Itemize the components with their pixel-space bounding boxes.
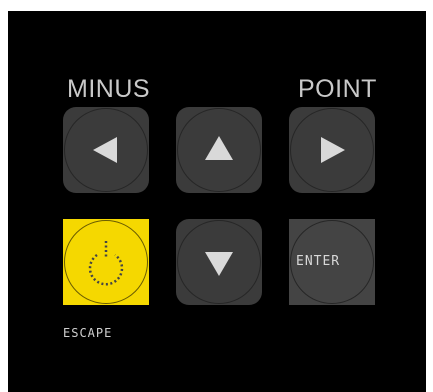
left-arrow-button[interactable]: [63, 107, 149, 193]
arrow-left-icon: [93, 137, 117, 163]
enter-label: ENTER: [296, 254, 341, 269]
point-label: POINT: [298, 75, 377, 103]
arrow-right-icon: [321, 137, 345, 163]
down-arrow-button[interactable]: [176, 219, 262, 305]
arrow-up-icon: [205, 136, 233, 160]
enter-button[interactable]: ENTER: [289, 219, 375, 305]
right-arrow-button[interactable]: [289, 107, 375, 193]
escape-button[interactable]: [63, 219, 149, 305]
power-icon: [88, 241, 124, 286]
escape-caption: ESCAPE: [63, 326, 113, 340]
keypad-panel: MINUS POINT ENTER ESCAPE: [8, 11, 426, 392]
minus-label: MINUS: [67, 75, 151, 103]
up-arrow-button[interactable]: [176, 107, 262, 193]
arrow-down-icon: [205, 252, 233, 276]
